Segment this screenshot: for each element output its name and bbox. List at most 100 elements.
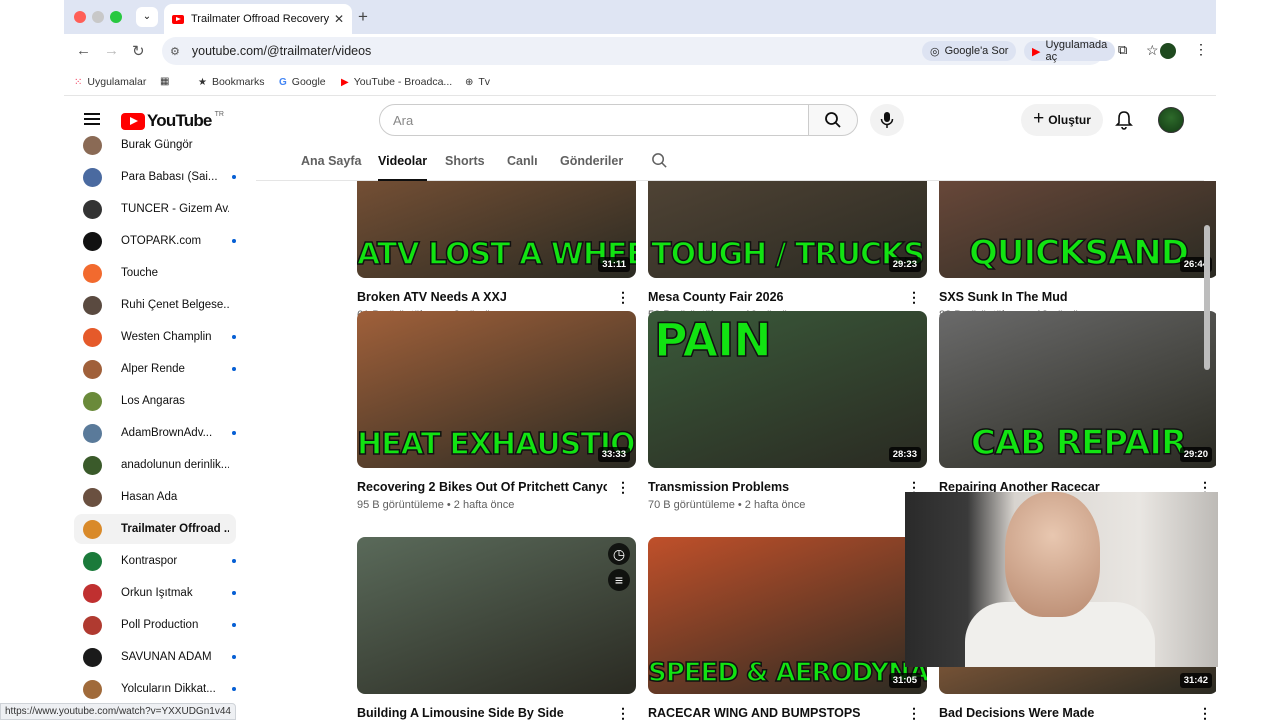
video-title[interactable]: Bad Decisions Were Made bbox=[939, 706, 1189, 720]
tab-groups-icon[interactable]: ▦ bbox=[160, 76, 174, 87]
minimize-window-button[interactable] bbox=[92, 11, 104, 23]
sidebar-subscription[interactable]: SAVUNAN ADAM bbox=[74, 642, 236, 672]
maximize-window-button[interactable] bbox=[110, 11, 122, 23]
sidebar-subscription[interactable]: anadolunun derinlik... bbox=[74, 450, 236, 480]
video-menu-icon[interactable]: ⋮ bbox=[616, 479, 630, 496]
youtube-play-icon bbox=[121, 112, 145, 130]
video-thumbnail[interactable]: QUICKSAND 26:44 bbox=[939, 181, 1216, 278]
link-status-bar: https://www.youtube.com/watch?v=YXXUDGn1… bbox=[0, 703, 236, 720]
browser-toolbar: ← → ↻ ⚙ youtube.com/@trailmater/videos ◎… bbox=[64, 34, 1216, 68]
channel-avatar bbox=[83, 199, 102, 219]
close-tab-icon[interactable]: ✕ bbox=[334, 12, 344, 26]
forward-button[interactable]: → bbox=[104, 42, 119, 59]
video-thumbnail[interactable]: TOUGH / TRUCKS 29:23 bbox=[648, 181, 927, 278]
channel-search-icon[interactable] bbox=[651, 152, 668, 169]
sidebar-subscription[interactable]: Orkun Işıtmak bbox=[74, 578, 236, 608]
menu-icon[interactable] bbox=[84, 113, 100, 125]
watch-later-icon[interactable]: ◷ bbox=[608, 543, 630, 565]
bookmark-tv[interactable]: ⊕ Tv bbox=[465, 76, 490, 88]
back-button[interactable]: ← bbox=[76, 42, 91, 59]
new-tab-button[interactable]: + bbox=[358, 7, 368, 27]
video-title[interactable]: Building A Limousine Side By Side bbox=[357, 706, 607, 720]
video-title[interactable]: Recovering 2 Bikes Out Of Pritchett Cany… bbox=[357, 480, 607, 494]
star-icon: ★ bbox=[198, 76, 207, 88]
account-avatar[interactable] bbox=[1158, 107, 1184, 133]
video-menu-icon[interactable]: ⋮ bbox=[1198, 705, 1212, 720]
voice-search-button[interactable] bbox=[870, 104, 904, 136]
channel-name: Hasan Ada bbox=[121, 491, 178, 503]
video-title[interactable]: RACECAR WING AND BUMPSTOPS bbox=[648, 706, 898, 720]
channel-avatar bbox=[83, 327, 102, 347]
video-menu-icon[interactable]: ⋮ bbox=[616, 705, 630, 720]
tab-live[interactable]: Canlı bbox=[507, 154, 538, 168]
video-menu-icon[interactable]: ⋮ bbox=[907, 705, 921, 720]
channel-avatar bbox=[83, 359, 102, 379]
page-scrollbar[interactable] bbox=[1204, 225, 1210, 370]
close-window-button[interactable] bbox=[74, 11, 86, 23]
video-thumbnail[interactable]: HEAT EXHAUSTION 33:33 bbox=[357, 311, 636, 468]
video-thumbnail[interactable]: SPEED & AERODYNAMICS31:05 bbox=[648, 537, 927, 694]
address-bar[interactable]: ⚙ youtube.com/@trailmater/videos ◎ Googl… bbox=[162, 37, 1159, 65]
video-title[interactable]: Transmission Problems bbox=[648, 480, 898, 494]
sidebar-subscription[interactable]: Burak Güngör bbox=[74, 130, 236, 160]
bookmarks-bar: ⁙ Uygulamalar ▦ ★ Bookmarks G Google ▶ Y… bbox=[64, 68, 1216, 96]
google-ask-button[interactable]: ◎ Google'a Sor bbox=[922, 41, 1017, 61]
tab-shorts[interactable]: Shorts bbox=[445, 154, 485, 168]
sidebar-subscription[interactable]: Para Babası (Sai... bbox=[74, 162, 236, 192]
video-thumbnail[interactable]: CAB REPAIR 29:20 bbox=[939, 311, 1216, 468]
sidebar-subscription[interactable]: Poll Production bbox=[74, 610, 236, 640]
bookmark-label: Uygulamalar bbox=[87, 76, 147, 88]
thumbnail-text: SPEED & AERODYNAMICS bbox=[648, 658, 927, 688]
channel-avatar bbox=[83, 615, 102, 635]
video-thumbnail[interactable]: ◷ ≡ bbox=[357, 537, 636, 694]
create-button[interactable]: + Oluştur bbox=[1021, 104, 1103, 136]
tab-posts[interactable]: Gönderiler bbox=[560, 154, 623, 168]
video-title[interactable]: Broken ATV Needs A XXJ bbox=[357, 290, 607, 304]
add-to-queue-icon[interactable]: ≡ bbox=[608, 569, 630, 591]
channel-avatar bbox=[83, 455, 102, 475]
sidebar-subscription[interactable]: TUNCER - Gizem Av... bbox=[74, 194, 236, 224]
sidebar-subscription[interactable]: Alper Rende bbox=[74, 354, 236, 384]
search-button[interactable] bbox=[808, 104, 858, 136]
bookmark-youtube-broadcast[interactable]: ▶ YouTube - Broadca... bbox=[341, 76, 452, 88]
video-menu-icon[interactable]: ⋮ bbox=[616, 289, 630, 306]
video-thumbnail[interactable]: PAIN 28:33 bbox=[648, 311, 927, 468]
site-info-icon[interactable]: ⚙ bbox=[170, 45, 180, 58]
sidebar-subscription[interactable]: Westen Champlin bbox=[74, 322, 236, 352]
profile-avatar[interactable] bbox=[1160, 43, 1176, 59]
video-duration: 31:05 bbox=[888, 673, 921, 688]
bookmark-bookmarks[interactable]: ★ Bookmarks bbox=[198, 76, 264, 88]
youtube-logo[interactable]: YouTube TR bbox=[121, 111, 224, 131]
tab-search-chevron-icon[interactable]: ⌄ bbox=[136, 7, 158, 27]
channel-avatar bbox=[83, 647, 102, 667]
google-icon: G bbox=[279, 76, 287, 88]
browser-menu-icon[interactable]: ⋮ bbox=[1194, 41, 1208, 58]
bookmark-google[interactable]: G Google bbox=[279, 76, 326, 88]
video-menu-icon[interactable]: ⋮ bbox=[907, 289, 921, 306]
search-input[interactable]: Ara bbox=[379, 104, 809, 136]
channel-tabs: Ana Sayfa Videolar Shorts Canlı Gönderil… bbox=[256, 143, 1204, 181]
sidebar-subscription[interactable]: AdamBrownAdv... bbox=[74, 418, 236, 448]
extensions-icon[interactable]: ⧉ bbox=[1118, 42, 1127, 58]
channel-avatar bbox=[83, 295, 102, 315]
sidebar-subscription[interactable]: Ruhi Çenet Belgese... bbox=[74, 290, 236, 320]
sidebar-subscription[interactable]: Los Angaras bbox=[74, 386, 236, 416]
google-ask-label: Google'a Sor bbox=[944, 45, 1009, 57]
reload-button[interactable]: ↻ bbox=[132, 42, 145, 60]
video-thumbnail[interactable]: ATV LOST A WHEEL 31:11 bbox=[357, 181, 636, 278]
sidebar-subscription[interactable]: OTOPARK.com bbox=[74, 226, 236, 256]
video-title[interactable]: SXS Sunk In The Mud bbox=[939, 290, 1189, 304]
sidebar-subscription[interactable]: Trailmater Offroad ... bbox=[74, 514, 236, 544]
tab-videos[interactable]: Videolar bbox=[378, 154, 428, 181]
tab-home[interactable]: Ana Sayfa bbox=[301, 154, 361, 168]
open-in-app-button[interactable]: ▶ Uygulamada aç bbox=[1024, 39, 1116, 63]
sidebar-subscription[interactable]: Touche bbox=[74, 258, 236, 288]
notifications-button[interactable] bbox=[1115, 110, 1133, 135]
sidebar-subscription[interactable]: Kontraspor bbox=[74, 546, 236, 576]
sidebar-subscription[interactable]: Hasan Ada bbox=[74, 482, 236, 512]
bookmark-star-icon[interactable]: ☆ bbox=[1146, 42, 1159, 59]
browser-tab-active[interactable]: Trailmater Offroad Recovery ✕ bbox=[164, 4, 352, 34]
sidebar-subscription[interactable]: Yolcuların Dikkat... bbox=[74, 674, 236, 704]
video-title[interactable]: Mesa County Fair 2026 bbox=[648, 290, 898, 304]
bookmark-apps[interactable]: ⁙ Uygulamalar bbox=[74, 76, 146, 88]
